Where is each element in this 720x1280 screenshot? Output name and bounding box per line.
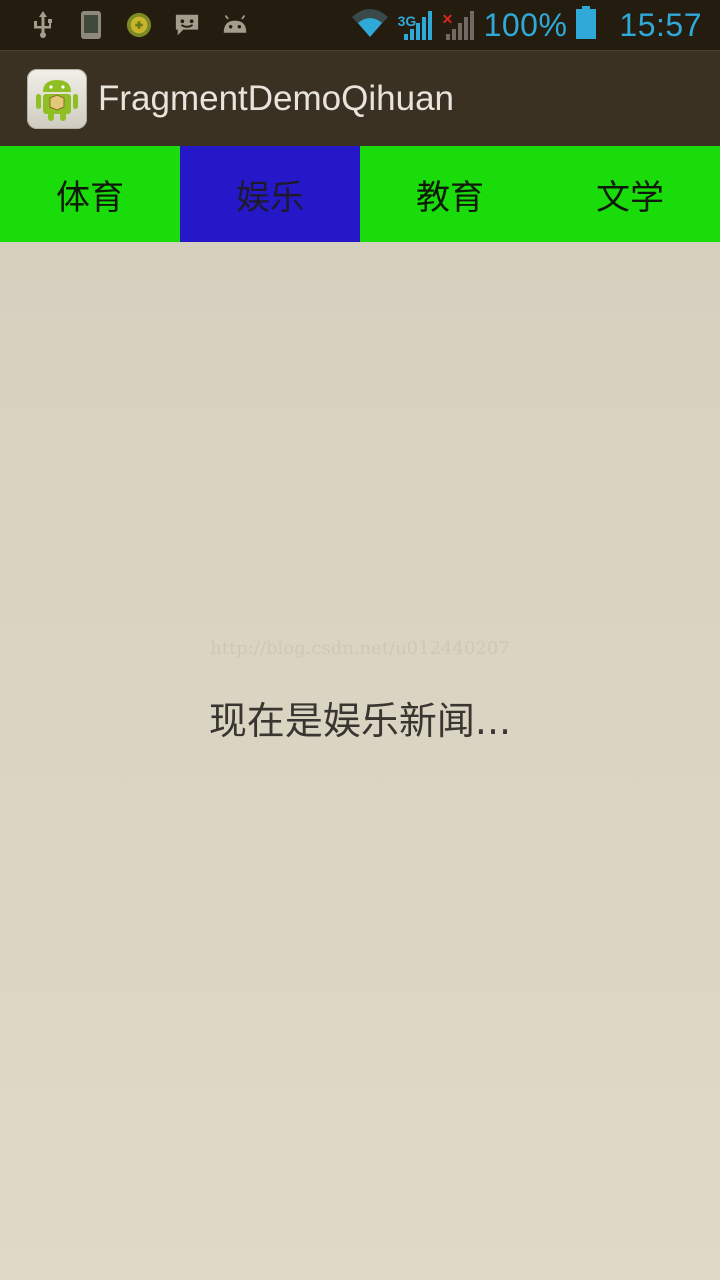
tab-entertainment[interactable]: 娱乐	[180, 146, 360, 242]
news-message: 现在是娱乐新闻...	[208, 699, 512, 743]
game-icon	[126, 12, 152, 38]
tab-sports[interactable]: 体育	[0, 146, 180, 242]
battery-icon	[575, 6, 597, 44]
tab-bar: 体育 娱乐 教育 文学	[0, 146, 720, 242]
tab-education[interactable]: 教育	[360, 146, 540, 242]
phone-icon	[78, 11, 104, 39]
signal-3g-icon: 3G	[398, 8, 434, 42]
tab-literature[interactable]: 文学	[540, 146, 720, 242]
watermark: http://blog.csdn.net/u012440207	[210, 638, 510, 659]
clock: 15:57	[619, 6, 702, 43]
system-status: 3G ✕ 100% 15:57	[350, 0, 702, 50]
android-icon	[222, 12, 248, 38]
android-app-icon[interactable]	[27, 68, 87, 129]
wifi-icon	[350, 7, 390, 43]
status-bar: 3G ✕ 100% 15:57	[0, 0, 720, 50]
battery-percent: 100%	[483, 6, 568, 43]
message-icon	[174, 12, 200, 38]
fragment-content: http://blog.csdn.net/u012440207 现在是娱乐新闻.…	[0, 242, 720, 1280]
signal-empty-icon: ✕	[442, 8, 476, 42]
app-title: FragmentDemoQihuan	[98, 78, 454, 118]
action-bar: FragmentDemoQihuan	[0, 50, 720, 146]
notification-icons	[0, 11, 248, 39]
usb-icon	[30, 11, 56, 38]
